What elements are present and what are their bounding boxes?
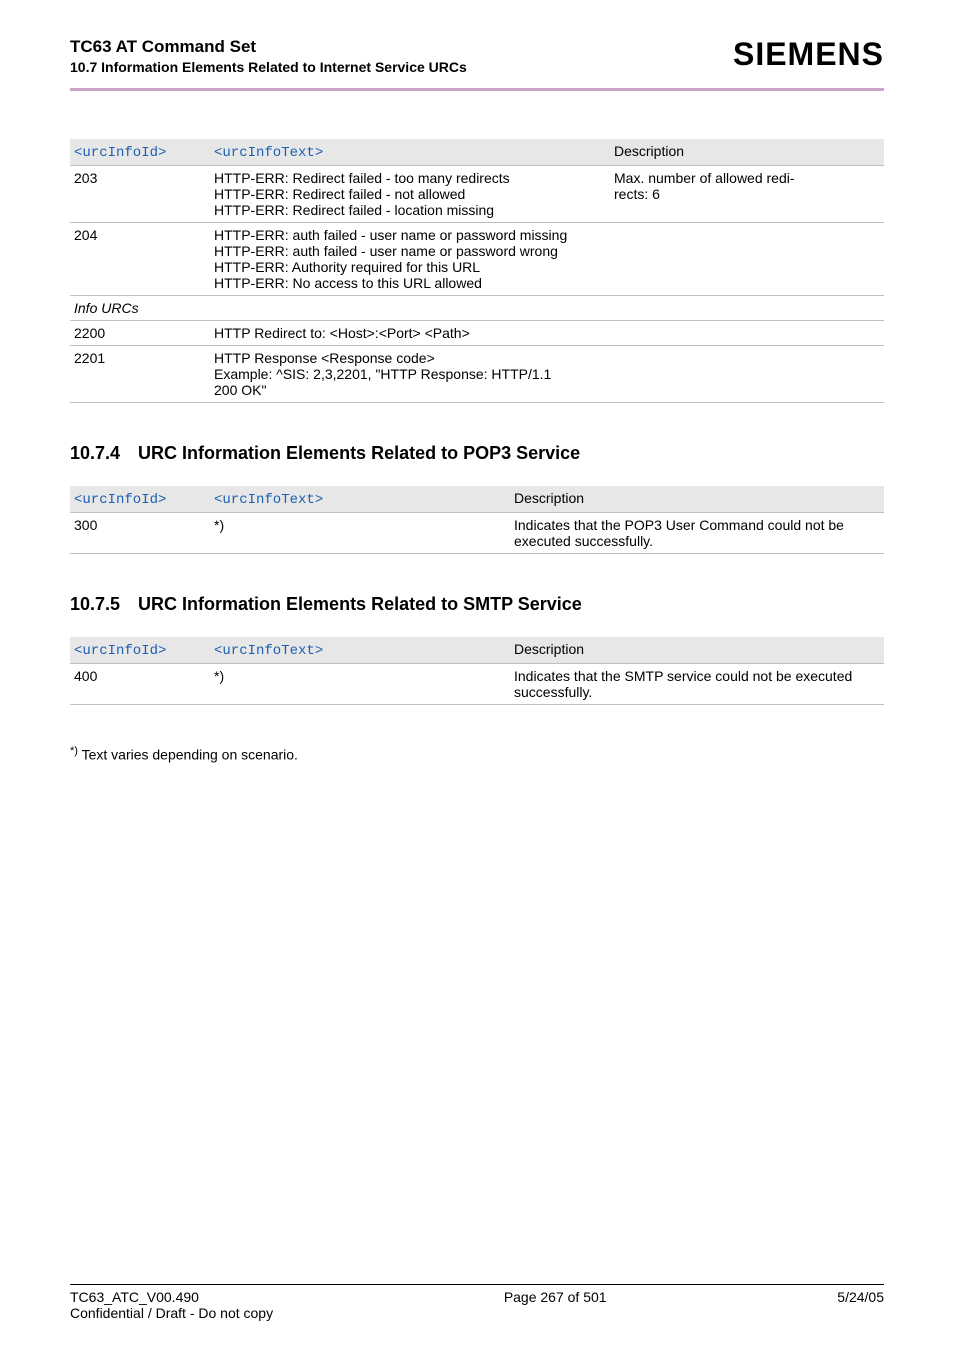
section-heading-smtp: 10.7.5URC Information Elements Related t… (70, 594, 884, 615)
table-row: 203HTTP-ERR: Redirect failed - too many … (70, 166, 884, 223)
col-header-desc: Description (510, 637, 884, 664)
cell-text: HTTP-ERR: auth failed - user name or pas… (210, 223, 610, 296)
col-header-text: <urcInfoText> (210, 139, 610, 166)
col-header-id: <urcInfoId> (70, 486, 210, 513)
table-row: Info URCs (70, 296, 884, 321)
table-row: 400 *) Indicates that the SMTP service c… (70, 664, 884, 705)
footnote: *) Text varies depending on scenario. (70, 745, 884, 763)
col-header-id: <urcInfoId> (70, 139, 210, 166)
cell-text: *) (210, 513, 510, 554)
cell-desc (610, 346, 884, 403)
doc-title: TC63 AT Command Set (70, 36, 733, 58)
col-header-text: <urcInfoText> (210, 486, 510, 513)
cell-desc (610, 223, 884, 296)
cell-id: 300 (70, 513, 210, 554)
cell-id: Info URCs (70, 296, 210, 321)
footnote-mark: *) (70, 745, 78, 757)
page-header: TC63 AT Command Set 10.7 Information Ele… (70, 36, 884, 88)
section-heading-pop3: 10.7.4URC Information Elements Related t… (70, 443, 884, 464)
footer-confidential: Confidential / Draft - Do not copy (70, 1305, 273, 1321)
cell-text (210, 296, 610, 321)
cell-id: 203 (70, 166, 210, 223)
footer-date: 5/24/05 (837, 1289, 884, 1321)
urc-table-http: <urcInfoId> <urcInfoText> Description 20… (70, 139, 884, 403)
footer-doc-id: TC63_ATC_V00.490 (70, 1289, 273, 1305)
table-row: 2201HTTP Response <Response code>Example… (70, 346, 884, 403)
cell-text: *) (210, 664, 510, 705)
cell-id: 204 (70, 223, 210, 296)
col-header-desc: Description (610, 139, 884, 166)
brand-logo: SIEMENS (733, 36, 884, 73)
table-row: 204HTTP-ERR: auth failed - user name or … (70, 223, 884, 296)
cell-text: HTTP Redirect to: <Host>:<Port> <Path> (210, 321, 610, 346)
cell-desc (610, 296, 884, 321)
cell-desc (610, 321, 884, 346)
footer-page-number: Page 267 of 501 (273, 1289, 837, 1321)
table-row: 300 *) Indicates that the POP3 User Comm… (70, 513, 884, 554)
urc-table-smtp: <urcInfoId> <urcInfoText> Description 40… (70, 637, 884, 705)
col-header-desc: Description (510, 486, 884, 513)
cell-id: 2201 (70, 346, 210, 403)
cell-id: 400 (70, 664, 210, 705)
header-divider (70, 88, 884, 91)
page-footer: TC63_ATC_V00.490 Confidential / Draft - … (70, 1284, 884, 1321)
col-header-id: <urcInfoId> (70, 637, 210, 664)
cell-desc: Indicates that the SMTP service could no… (510, 664, 884, 705)
cell-desc: Max. number of allowed redi-rects: 6 (610, 166, 884, 223)
cell-text: HTTP-ERR: Redirect failed - too many red… (210, 166, 610, 223)
table-row: 2200HTTP Redirect to: <Host>:<Port> <Pat… (70, 321, 884, 346)
col-header-text: <urcInfoText> (210, 637, 510, 664)
cell-text: HTTP Response <Response code>Example: ^S… (210, 346, 610, 403)
cell-desc: Indicates that the POP3 User Command cou… (510, 513, 884, 554)
cell-id: 2200 (70, 321, 210, 346)
urc-table-pop3: <urcInfoId> <urcInfoText> Description 30… (70, 486, 884, 554)
doc-subtitle: 10.7 Information Elements Related to Int… (70, 58, 733, 76)
